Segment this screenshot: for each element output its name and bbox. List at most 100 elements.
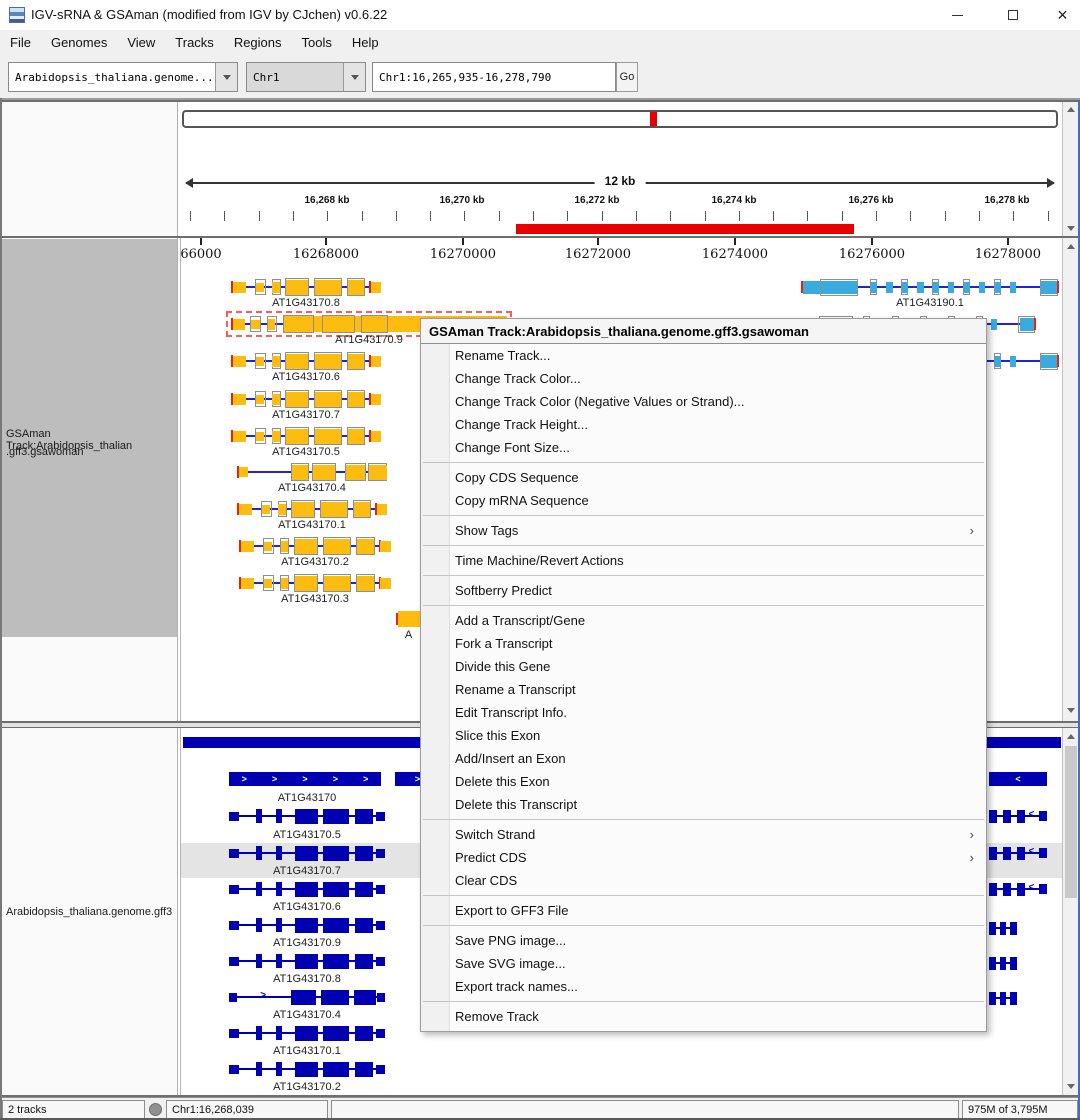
go-button[interactable]: Go — [616, 62, 638, 92]
transcript-glyph-AT1G43170.7[interactable] — [229, 881, 385, 897]
menubar-item-genomes[interactable]: Genomes — [41, 30, 117, 50]
transcript-glyph-unlabeled[interactable] — [989, 955, 1017, 971]
scroll-down-icon[interactable] — [1067, 226, 1075, 231]
coordinate-tick — [734, 238, 736, 245]
context-menu-item-softberry-predict[interactable]: Softberry Predict — [421, 579, 986, 602]
menubar-item-tools[interactable]: Tools — [292, 30, 342, 50]
scroll-up-icon[interactable] — [1067, 244, 1075, 249]
transcript-label: AT1G43170.3 — [281, 593, 349, 605]
context-menu-item-delete-this-transcript[interactable]: Delete this Transcript — [421, 793, 986, 816]
context-menu-item-export-track-names[interactable]: Export track names... — [421, 975, 986, 998]
context-menu-item-add-a-transcript-gene[interactable]: Add a Transcript/Gene — [421, 609, 986, 632]
transcript-glyph-unlabeled[interactable]: < — [989, 881, 1047, 897]
context-menu-item-slice-this-exon[interactable]: Slice this Exon — [421, 724, 986, 747]
transcript-glyph-AT1G43170.2[interactable] — [239, 537, 391, 555]
chromosome-select[interactable]: Chr1 — [246, 62, 366, 92]
exon — [314, 353, 341, 369]
exon — [261, 504, 270, 514]
context-menu-item-copy-cds-sequence[interactable]: Copy CDS Sequence — [421, 466, 986, 489]
context-menu-item-delete-this-exon[interactable]: Delete this Exon — [421, 770, 986, 793]
statusbar-memory[interactable]: 975M of 3,795M — [962, 1100, 1078, 1119]
scroll-down-icon[interactable] — [1067, 1084, 1075, 1089]
context-menu-item-label: Edit Transcript Info. — [455, 705, 567, 720]
transcript-glyph-unlabeled[interactable] — [989, 920, 1017, 936]
exon — [355, 1025, 373, 1041]
transcript-glyph-AT1G43170.6[interactable] — [229, 917, 385, 933]
transcript-glyph-AT1G43190.1[interactable] — [801, 278, 1059, 296]
transcript-glyph-AT1G43170.5[interactable] — [231, 427, 381, 445]
transcript-glyph-AT1G43170.6[interactable] — [231, 352, 381, 370]
ruler-scrollbar[interactable] — [1062, 102, 1078, 236]
gene-extent-bar[interactable]: < — [989, 772, 1047, 786]
chromosome-select-arrow-button[interactable] — [343, 63, 365, 91]
chromosome-ideogram[interactable] — [182, 110, 1058, 128]
transcript-glyph-AT1G43170.1[interactable] — [229, 1061, 385, 1077]
transcript-glyph-AT1G43170.1[interactable] — [237, 500, 387, 518]
context-menu-item-copy-mrna-sequence[interactable]: Copy mRNA Sequence — [421, 489, 986, 512]
context-menu-item-predict-cds[interactable]: Predict CDS › — [421, 846, 986, 869]
menubar-item-regions[interactable]: Regions — [224, 30, 292, 50]
genome-scrollbar[interactable] — [1062, 728, 1078, 1095]
transcript-glyph-AT1G43170.3[interactable] — [239, 574, 391, 592]
transcript-glyph-AT1G43170.4[interactable] — [229, 1025, 385, 1041]
region-of-interest-bar[interactable] — [516, 224, 854, 234]
scroll-up-icon[interactable] — [1067, 107, 1075, 112]
exon — [376, 503, 387, 515]
context-menu-item-rename-track[interactable]: Rename Track... — [421, 344, 986, 367]
context-menu-item-divide-this-gene[interactable]: Divide this Gene — [421, 655, 986, 678]
context-menu-item-change-track-color[interactable]: Change Track Color... — [421, 367, 986, 390]
ruler-panel[interactable]: 12 kb 16,268 kb 16,270 kb 16,272 kb 16,274 … — [180, 102, 1062, 236]
context-menu-item-export-to-gff3-file[interactable]: Export to GFF3 File — [421, 899, 986, 922]
app-icon — [9, 7, 25, 23]
transcript-glyph-A[interactable] — [396, 610, 421, 628]
maximize-button[interactable] — [990, 0, 1035, 30]
genome-select-arrow-button[interactable] — [215, 63, 237, 91]
scrollbar-thumb[interactable] — [1065, 746, 1077, 898]
menubar-item-view[interactable]: View — [117, 30, 165, 50]
coordinate-label: 16278000 — [974, 247, 1042, 262]
context-menu-item-switch-strand[interactable]: Switch Strand › — [421, 823, 986, 846]
genome-select[interactable]: Arabidopsis_thaliana.genome... — [8, 62, 238, 92]
context-menu-item-add-insert-an-exon[interactable]: Add/Insert an Exon — [421, 747, 986, 770]
context-menu-item-time-machine-revert-actions[interactable]: Time Machine/Revert Actions — [421, 549, 986, 572]
context-menu-item-edit-transcript-info[interactable]: Edit Transcript Info. — [421, 701, 986, 724]
transcript-glyph-AT1G43170.4[interactable] — [237, 463, 387, 481]
gsaman-scrollbar[interactable] — [1062, 238, 1078, 721]
gsaman-track-name-box[interactable]: GSAman Track:Arabidopsis_thalian .gff3.g… — [0, 239, 177, 637]
context-menu-item-save-png-image[interactable]: Save PNG image... — [421, 929, 986, 952]
transcript-glyph-AT1G43170[interactable] — [229, 808, 385, 824]
close-button[interactable]: × — [1040, 0, 1080, 30]
context-menu-item-clear-cds[interactable]: Clear CDS — [421, 869, 986, 892]
context-menu-item-show-tags[interactable]: Show Tags › — [421, 519, 986, 542]
minimize-button[interactable] — [935, 0, 980, 30]
exon — [355, 881, 373, 897]
exon — [264, 541, 273, 551]
context-menu-item-rename-a-transcript[interactable]: Rename a Transcript — [421, 678, 986, 701]
context-menu-item-fork-a-transcript[interactable]: Fork a Transcript — [421, 632, 986, 655]
genome-track-name[interactable]: Arabidopsis_thaliana.genome.gff3 — [6, 906, 172, 918]
ruler-tick — [327, 211, 329, 221]
locus-input[interactable]: Chr1:16,265,935-16,278,790 — [372, 62, 616, 92]
transcript-glyph-AT1G43170.7[interactable] — [231, 390, 381, 408]
transcript-glyph-AT1G43170.8[interactable]: > — [229, 989, 385, 1005]
context-menu-item-change-track-color-negative-values-or-strand[interactable]: Change Track Color (Negative Values or S… — [421, 390, 986, 413]
transcript-glyph-AT1G43170.8[interactable] — [231, 278, 381, 296]
transcript-glyph-AT1G43170.9[interactable] — [229, 953, 385, 969]
transcript-glyph-AT1G43170.5[interactable] — [229, 845, 385, 861]
context-menu-item-save-svg-image[interactable]: Save SVG image... — [421, 952, 986, 975]
context-menu-item-change-font-size[interactable]: Change Font Size... — [421, 436, 986, 459]
scroll-down-icon[interactable] — [1067, 708, 1075, 713]
menubar-item-file[interactable]: File — [0, 30, 41, 50]
gene-extent-bar[interactable]: > > > > > — [229, 772, 381, 786]
menubar-item-tracks[interactable]: Tracks — [165, 30, 224, 50]
scroll-up-icon[interactable] — [1067, 734, 1075, 739]
coordinate-label: 16274000 — [701, 247, 769, 262]
context-menu-item-remove-track[interactable]: Remove Track — [421, 1005, 986, 1028]
context-menu-item-change-track-height[interactable]: Change Track Height... — [421, 413, 986, 436]
transcript-glyph-unlabeled[interactable]: < — [989, 808, 1047, 824]
transcript-glyph-unlabeled[interactable]: < — [989, 845, 1047, 861]
submenu-arrow-icon: › — [969, 523, 974, 538]
menubar-item-help[interactable]: Help — [342, 30, 389, 50]
exon — [313, 464, 335, 480]
transcript-glyph-unlabeled[interactable] — [989, 990, 1017, 1006]
